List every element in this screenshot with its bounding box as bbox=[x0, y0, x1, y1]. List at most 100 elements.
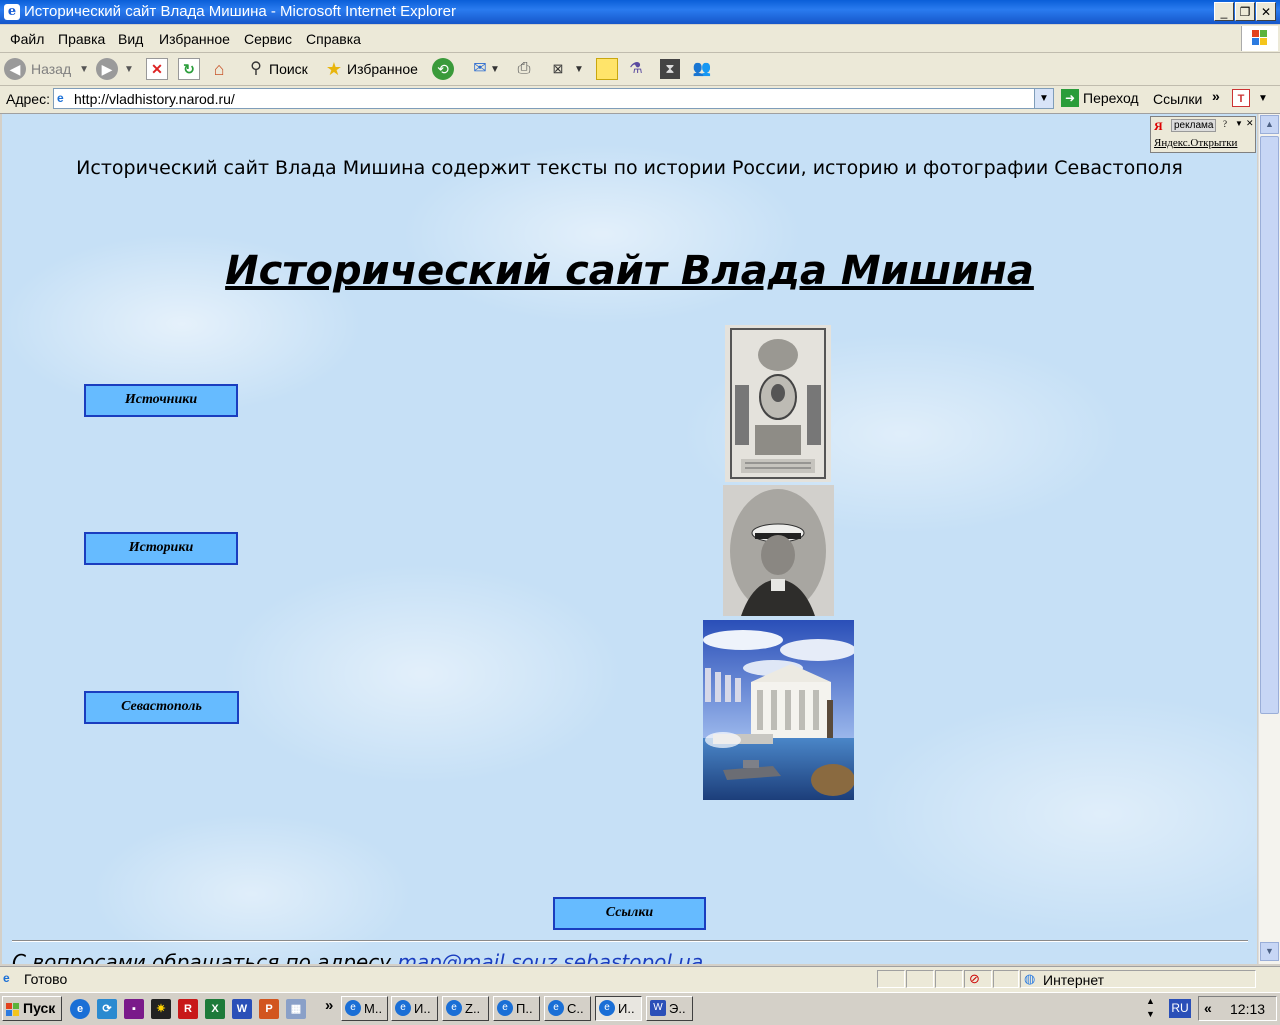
officer-portrait-photo[interactable] bbox=[723, 485, 834, 616]
quicklaunch-explorer-icon[interactable]: ⟳ bbox=[97, 999, 117, 1019]
scroll-down-button[interactable]: ▼ bbox=[1260, 942, 1279, 961]
printer-icon: ⎙ bbox=[517, 60, 531, 77]
yandex-menu-icon[interactable]: ▼ bbox=[1235, 119, 1243, 128]
print-button[interactable]: ⎙ bbox=[514, 57, 534, 81]
translate-dropdown-icon[interactable]: ▼ bbox=[1258, 93, 1268, 104]
windows-flag-icon bbox=[1241, 26, 1278, 51]
nav-historians-button[interactable]: Историки bbox=[84, 532, 238, 565]
links-chevron-icon[interactable]: » bbox=[1212, 88, 1220, 104]
ie-icon: e bbox=[395, 1000, 411, 1016]
clock[interactable]: 12:13 bbox=[1230, 1001, 1265, 1017]
tray-expand-chevron[interactable]: « bbox=[1204, 1000, 1212, 1016]
quicklaunch-r-icon[interactable]: R bbox=[178, 999, 198, 1019]
ie-app-icon: e bbox=[4, 4, 20, 20]
quicklaunch-excel-icon[interactable]: X bbox=[205, 999, 225, 1019]
task-button[interactable]: e Z.. bbox=[442, 996, 489, 1021]
address-input[interactable]: e http://vladhistory.narod.ru/ ▼ bbox=[53, 88, 1054, 109]
task-button[interactable]: e И.. bbox=[391, 996, 438, 1021]
minimize-button[interactable]: _ bbox=[1214, 2, 1234, 21]
go-button[interactable]: ➜ Переход bbox=[1061, 89, 1139, 107]
yandex-ad-label: реклама bbox=[1171, 119, 1217, 132]
yandex-cards-link[interactable]: Яндекс.Открытки bbox=[1154, 137, 1237, 149]
edit-button[interactable]: ⊠ ▼ bbox=[548, 57, 584, 81]
mail-button[interactable]: ✉ ▼ bbox=[470, 57, 500, 81]
globe-icon: ◍ bbox=[1024, 971, 1036, 986]
mail-icon: ✉ bbox=[473, 60, 487, 77]
task-button[interactable]: e С.. bbox=[544, 996, 591, 1021]
research-button[interactable]: ⚗ bbox=[626, 57, 646, 81]
menu-help[interactable]: Справка bbox=[306, 31, 361, 47]
star-icon: ★ bbox=[325, 59, 343, 79]
taskbar-scroll[interactable]: ▲ ▼ bbox=[1143, 996, 1161, 1021]
status-bar: e Готово ⊘ ◍ Интернет bbox=[0, 966, 1280, 992]
search-button[interactable]: ⚲ Поиск bbox=[246, 57, 308, 81]
task-button[interactable]: e М.. bbox=[341, 996, 388, 1021]
nav-links-button[interactable]: Ссылки bbox=[553, 897, 706, 930]
quicklaunch-calc-icon[interactable]: ▦ bbox=[286, 999, 306, 1019]
close-button[interactable]: ✕ bbox=[1256, 2, 1276, 21]
menu-tools[interactable]: Сервис bbox=[244, 31, 292, 47]
taskbar: Пуск e ⟳ ▪ ✷ R X W P ▦ » e М.. e И.. e Z.. … bbox=[0, 992, 1280, 1025]
stop-button[interactable]: ✕ bbox=[146, 57, 168, 81]
yandex-help-icon[interactable]: ? bbox=[1223, 119, 1227, 129]
sevastopol-collage-photo[interactable] bbox=[703, 620, 854, 800]
task-button-active[interactable]: e И.. bbox=[595, 996, 642, 1021]
quicklaunch-word-icon[interactable]: W bbox=[232, 999, 252, 1019]
ie-icon: e bbox=[548, 1000, 564, 1016]
winamp-button[interactable]: ⧗ bbox=[660, 57, 680, 81]
forward-button[interactable]: ▶ ▼ bbox=[96, 57, 134, 81]
title-bar[interactable]: e Исторический сайт Влада Мишина - Micro… bbox=[0, 0, 1280, 24]
taskbar-scroll-down-icon[interactable]: ▼ bbox=[1146, 1009, 1155, 1019]
home-button[interactable]: ⌂ bbox=[209, 57, 229, 81]
word-icon: W bbox=[650, 1000, 666, 1016]
links-toolbar-label[interactable]: Ссылки bbox=[1153, 91, 1202, 107]
quicklaunch-ie-icon[interactable]: e bbox=[70, 999, 90, 1019]
scroll-up-button[interactable]: ▲ bbox=[1260, 115, 1279, 134]
start-button[interactable]: Пуск bbox=[2, 996, 62, 1021]
yandex-logo-icon: Я bbox=[1154, 119, 1163, 133]
quicklaunch-save-icon[interactable]: ▪ bbox=[124, 999, 144, 1019]
nav-sources-button[interactable]: Источники bbox=[84, 384, 238, 417]
discuss-button[interactable] bbox=[596, 57, 618, 81]
vertical-scrollbar[interactable]: ▲ ▼ bbox=[1258, 114, 1280, 964]
scroll-thumb[interactable] bbox=[1260, 136, 1279, 714]
forward-arrow-icon: ▶ bbox=[96, 58, 118, 80]
language-indicator[interactable]: RU bbox=[1169, 999, 1191, 1018]
back-arrow-icon: ◀ bbox=[4, 58, 26, 80]
quicklaunch-bio-icon[interactable]: ✷ bbox=[151, 999, 171, 1019]
contact-email-link[interactable]: map@mail.souz.sebastopol.ua bbox=[397, 950, 703, 964]
ie-icon: e bbox=[446, 1000, 462, 1016]
edit-dropdown-icon[interactable]: ▼ bbox=[574, 64, 584, 75]
mail-dropdown-icon[interactable]: ▼ bbox=[490, 64, 500, 75]
history-button[interactable]: ⟲ bbox=[432, 57, 454, 81]
address-dropdown-icon[interactable]: ▼ bbox=[1034, 89, 1053, 108]
menu-favorites[interactable]: Избранное bbox=[159, 31, 230, 47]
refresh-button[interactable]: ↻ bbox=[178, 57, 200, 81]
messenger-button[interactable]: 👥 bbox=[692, 57, 712, 81]
address-bar: Адрес: e http://vladhistory.narod.ru/ ▼ … bbox=[0, 86, 1280, 114]
favorites-button[interactable]: ★ Избранное bbox=[324, 57, 418, 81]
forward-dropdown-icon[interactable]: ▼ bbox=[124, 64, 134, 75]
go-label: Переход bbox=[1083, 90, 1139, 106]
maximize-button[interactable]: ❐ bbox=[1235, 2, 1255, 21]
address-url[interactable]: http://vladhistory.narod.ru/ bbox=[74, 91, 235, 107]
back-dropdown-icon[interactable]: ▼ bbox=[79, 64, 89, 75]
translate-button[interactable]: T ▼ bbox=[1232, 89, 1268, 107]
engraving-photo[interactable] bbox=[725, 325, 831, 482]
menu-edit[interactable]: Правка bbox=[58, 31, 105, 47]
window-title: Исторический сайт Влада Мишина - Microso… bbox=[24, 3, 456, 20]
popup-blocked-panel[interactable]: ⊘ bbox=[964, 970, 992, 988]
menu-view[interactable]: Вид bbox=[118, 31, 143, 47]
status-panel bbox=[993, 970, 1019, 988]
back-button[interactable]: ◀ Назад ▼ bbox=[4, 57, 89, 81]
quicklaunch-chevron[interactable]: » bbox=[325, 997, 333, 1014]
taskbar-scroll-up-icon[interactable]: ▲ bbox=[1146, 996, 1155, 1006]
task-button[interactable]: e П.. bbox=[493, 996, 540, 1021]
menu-file[interactable]: Файл bbox=[10, 31, 44, 47]
quicklaunch-powerpoint-icon[interactable]: P bbox=[259, 999, 279, 1019]
search-label: Поиск bbox=[269, 61, 308, 77]
task-button[interactable]: W Э.. bbox=[646, 996, 693, 1021]
yandex-close-icon[interactable]: ✕ bbox=[1246, 118, 1254, 129]
nav-sevastopol-button[interactable]: Севастополь bbox=[84, 691, 239, 724]
yandex-ad-widget: Я реклама ? ▼ ✕ Яндекс.Открытки bbox=[1150, 116, 1256, 153]
